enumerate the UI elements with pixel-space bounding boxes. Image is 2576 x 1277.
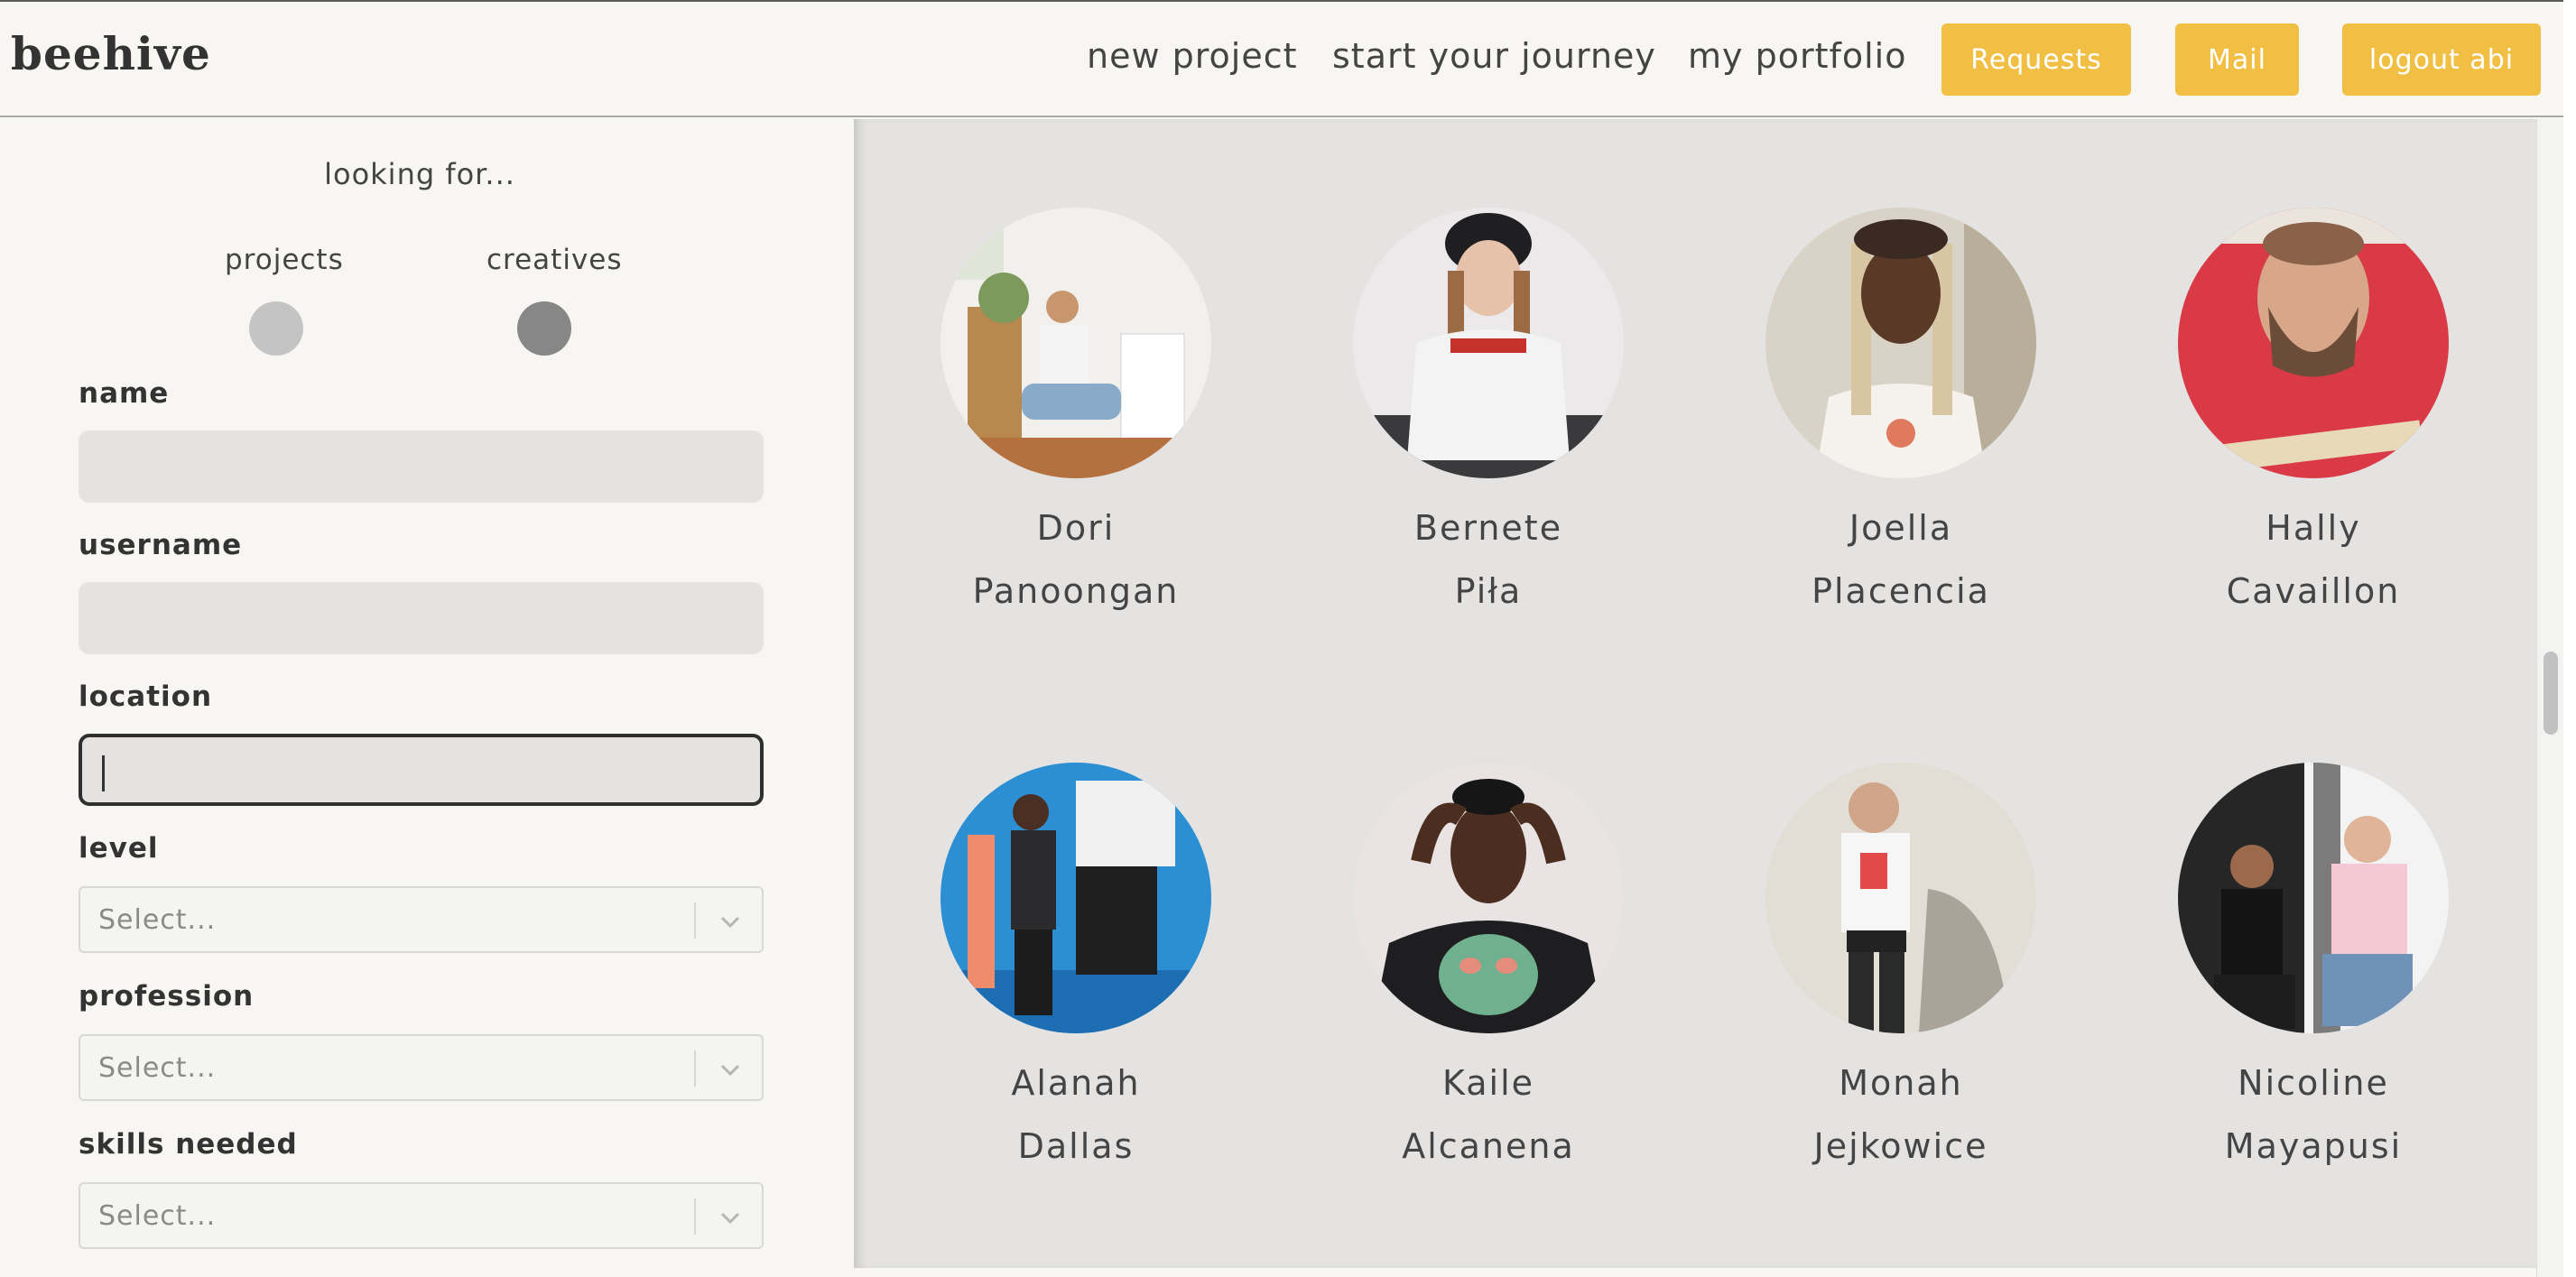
toggle-label-creatives: creatives — [486, 244, 623, 276]
window-edge — [2563, 0, 2576, 1277]
creative-card[interactable]: Monah Jejkowice — [1765, 763, 2036, 1178]
skills-needed-select[interactable]: Select... — [79, 1182, 764, 1249]
top-navbar: beehive new project start your journey m… — [0, 0, 2563, 117]
avatar — [2178, 763, 2449, 1033]
avatar — [1765, 763, 2036, 1033]
creative-last-name: Piła — [1454, 571, 1523, 611]
creative-last-name: Alcanena — [1402, 1126, 1575, 1166]
chevron-down-icon[interactable] — [712, 1200, 748, 1236]
creative-card[interactable]: Kaile Alcanena — [1353, 763, 1624, 1178]
nav-new-project[interactable]: new project — [1087, 36, 1298, 76]
creative-first-name: Joella — [1849, 508, 1953, 548]
select-separator — [694, 1050, 696, 1087]
creative-card[interactable]: Hally Cavaillon — [2178, 208, 2449, 623]
creative-first-name: Monah — [1839, 1063, 1963, 1103]
search-sidebar: looking for... projects creatives name u… — [0, 119, 854, 1277]
creative-last-name: Panoongan — [972, 571, 1180, 611]
avatar — [1353, 763, 1624, 1033]
avatar — [941, 208, 1211, 478]
creative-last-name: Cavaillon — [2226, 571, 2401, 611]
creative-first-name: Kaile — [1441, 1063, 1535, 1103]
scrollbar-thumb[interactable] — [2544, 652, 2558, 735]
creative-first-name: Hally — [2266, 508, 2361, 548]
looking-for-heading: looking for... — [324, 157, 515, 191]
nav-my-portfolio[interactable]: my portfolio — [1688, 36, 1906, 76]
chevron-down-icon[interactable] — [712, 1052, 748, 1088]
name-input[interactable] — [79, 430, 764, 503]
creative-card[interactable]: Nicoline Mayapusi — [2178, 763, 2449, 1178]
level-select-placeholder: Select... — [98, 904, 217, 936]
avatar — [941, 763, 1211, 1033]
creative-card[interactable]: Alanah Dallas — [941, 763, 1211, 1178]
creative-card[interactable]: Bernete Piła — [1353, 208, 1624, 623]
logo[interactable]: beehive — [11, 27, 211, 80]
toggle-projects-radio[interactable] — [249, 301, 303, 356]
creative-last-name: Mayapusi — [2224, 1126, 2403, 1166]
mail-button[interactable]: Mail — [2175, 23, 2299, 96]
creative-last-name: Dallas — [1017, 1126, 1135, 1166]
avatar — [2178, 208, 2449, 478]
requests-button[interactable]: Requests — [1941, 23, 2131, 96]
creative-card[interactable]: Joella Placencia — [1765, 208, 2036, 623]
creative-first-name: Alanah — [1011, 1063, 1141, 1103]
nav-start-your-journey[interactable]: start your journey — [1332, 36, 1656, 76]
creative-first-name: Nicoline — [2238, 1063, 2389, 1103]
profession-select-placeholder: Select... — [98, 1052, 217, 1084]
toggle-creatives-radio[interactable] — [517, 301, 571, 356]
select-separator — [694, 902, 696, 939]
username-input[interactable] — [79, 582, 764, 654]
creative-first-name: Dori — [1036, 508, 1116, 548]
avatar — [1765, 208, 2036, 478]
profession-label: profession — [79, 980, 255, 1013]
skills-select-placeholder: Select... — [98, 1200, 217, 1232]
creative-card[interactable]: Dori Panoongan — [941, 208, 1211, 623]
logout-button[interactable]: logout abi — [2342, 23, 2541, 96]
level-label: level — [79, 832, 159, 865]
creative-last-name: Placencia — [1812, 571, 1990, 611]
skills-needed-label: skills needed — [79, 1128, 298, 1161]
select-separator — [694, 1198, 696, 1235]
text-caret — [102, 755, 105, 791]
username-label: username — [79, 529, 243, 561]
location-label: location — [79, 680, 213, 713]
name-label: name — [79, 377, 170, 410]
creatives-grid: Dori Panoongan Bernete Piła Joella Place… — [854, 119, 2536, 1268]
avatar — [1353, 208, 1624, 478]
creative-last-name: Jejkowice — [1813, 1126, 1988, 1166]
location-input[interactable] — [79, 734, 764, 806]
creative-first-name: Bernete — [1413, 508, 1563, 548]
chevron-down-icon[interactable] — [712, 904, 748, 940]
toggle-label-projects: projects — [225, 244, 344, 276]
level-select[interactable]: Select... — [79, 886, 764, 953]
profession-select[interactable]: Select... — [79, 1034, 764, 1101]
